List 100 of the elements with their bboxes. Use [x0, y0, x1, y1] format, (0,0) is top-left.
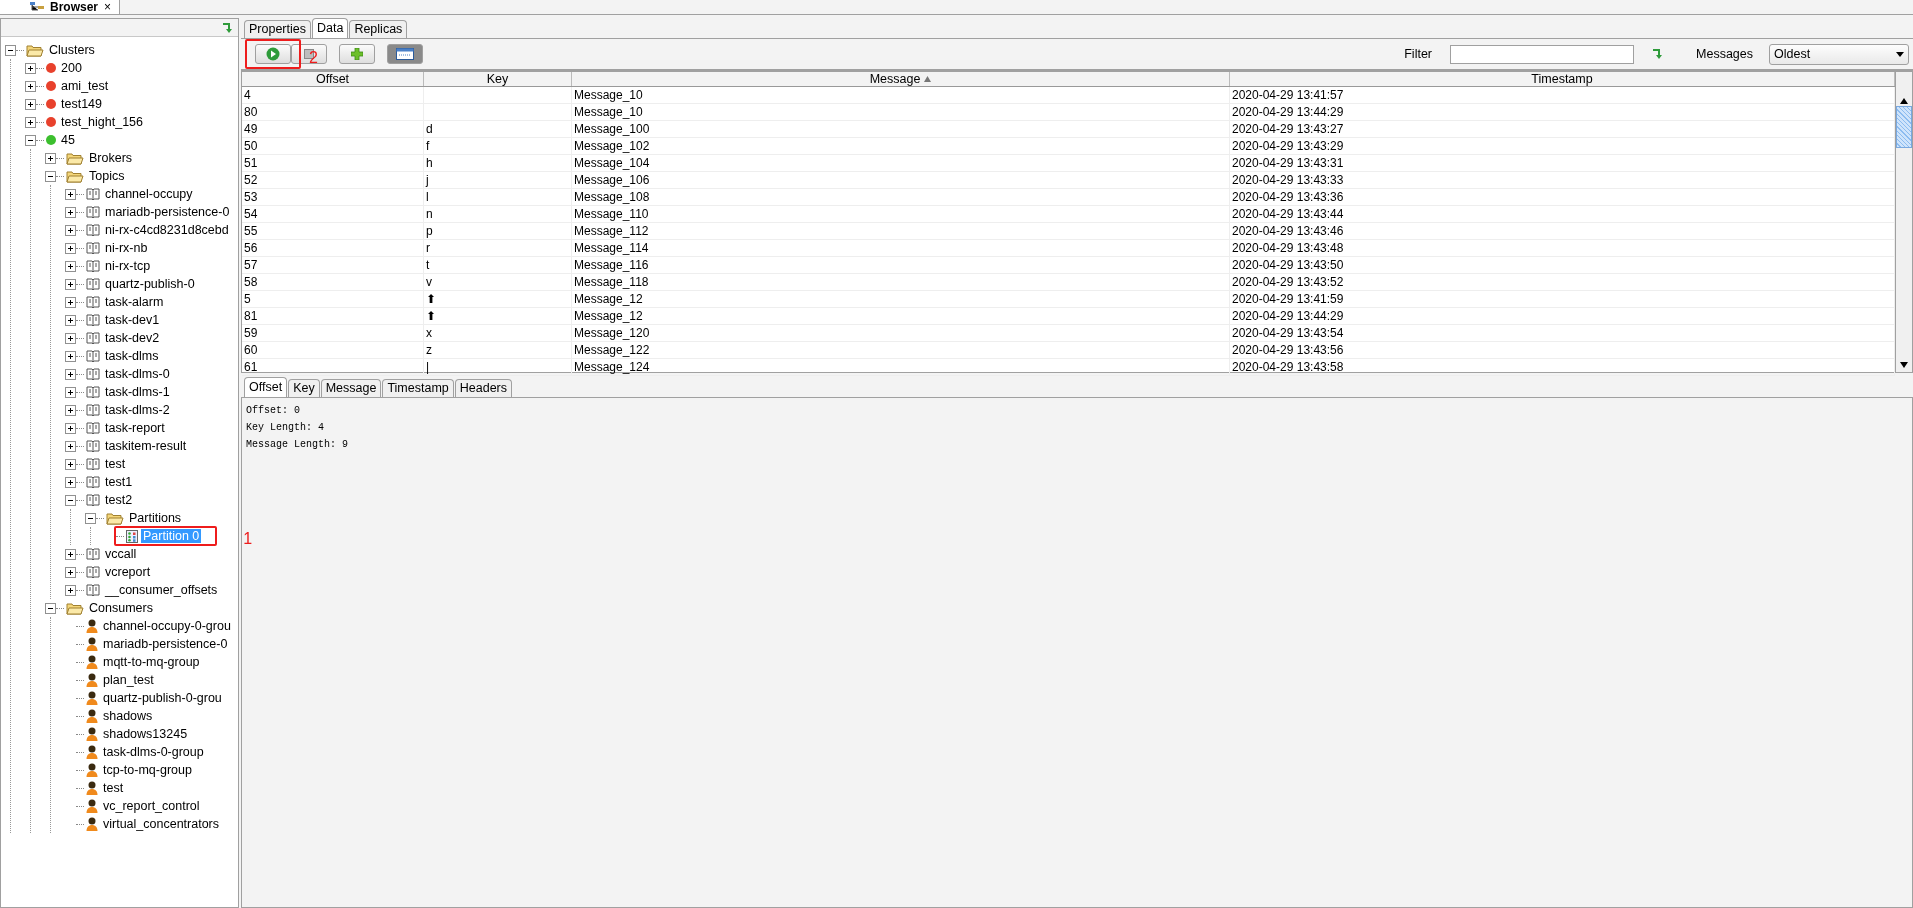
expand-icon[interactable] [65, 206, 76, 218]
expand-icon[interactable] [25, 80, 36, 92]
expand-icon[interactable] [65, 350, 76, 362]
tree-item[interactable]: test [65, 779, 238, 797]
tab[interactable]: Properties [244, 20, 311, 38]
tree-item[interactable]: shadows13245 [65, 725, 238, 743]
scroll-down-icon[interactable] [1900, 362, 1908, 368]
tree-item[interactable]: task-dlms-1 [65, 383, 238, 401]
tab[interactable]: Replicas [349, 20, 408, 38]
table-cell: Message_116 [572, 257, 1230, 273]
expand-icon[interactable] [25, 116, 36, 128]
tab[interactable]: Headers [454, 379, 512, 397]
tree-item[interactable]: task-dlms [65, 347, 238, 365]
expand-icon[interactable] [65, 386, 76, 398]
collapse-icon[interactable] [85, 512, 96, 524]
expand-icon[interactable] [65, 368, 76, 380]
play-button[interactable] [255, 44, 291, 64]
expand-icon[interactable] [65, 440, 76, 452]
arrow-down-icon[interactable] [222, 21, 234, 34]
column-header[interactable]: Key [424, 72, 572, 86]
close-icon[interactable]: × [104, 0, 112, 14]
tree-item[interactable]: vc_report_control [65, 797, 238, 815]
tree-item[interactable]: Topics [45, 167, 238, 185]
tree-item[interactable]: task-dlms-0-group [65, 743, 238, 761]
tree-item[interactable]: task-dlms-0 [65, 365, 238, 383]
tree-item[interactable]: task-report [65, 419, 238, 437]
filter-field[interactable] [1450, 44, 1634, 64]
tree-item[interactable]: virtual_concentrators [65, 815, 238, 833]
expand-icon[interactable] [65, 332, 76, 344]
view-button[interactable] [387, 44, 423, 64]
tree-item[interactable]: task-dev2 [65, 329, 238, 347]
tree-item[interactable]: vccall [65, 545, 238, 563]
tree-item[interactable]: mariadb-persistence-0 [65, 203, 238, 221]
tree-item[interactable]: plan_test [65, 671, 238, 689]
tree-item[interactable]: channel-occupy-0-grou [65, 617, 238, 635]
view-tab[interactable]: Browser × [0, 0, 121, 14]
tree-item[interactable]: taskitem-result [65, 437, 238, 455]
tab[interactable]: Key [288, 379, 320, 397]
tree-item[interactable]: vcreport [65, 563, 238, 581]
tree-item[interactable]: test2 [65, 491, 238, 509]
table-cell: t [424, 257, 572, 273]
expand-icon[interactable] [65, 584, 76, 596]
arrow-down-icon[interactable] [1652, 48, 1664, 60]
tree-item[interactable]: ni-rx-tcp [65, 257, 238, 275]
tree-item[interactable]: Consumers [45, 599, 238, 617]
expand-icon[interactable] [25, 98, 36, 110]
table-cell: Message_12 [572, 308, 1230, 324]
column-header[interactable]: Message [572, 72, 1230, 86]
tree-item[interactable]: mqtt-to-mq-group [65, 653, 238, 671]
scroll-up-icon[interactable] [1900, 98, 1908, 104]
tree-item[interactable]: __consumer_offsets [65, 581, 238, 599]
tree-item[interactable]: test [65, 455, 238, 473]
tree-item[interactable]: channel-occupy [65, 185, 238, 203]
tree-item[interactable]: Brokers [45, 149, 238, 167]
tree-item[interactable]: test_hight_156 [25, 113, 238, 131]
expand-icon[interactable] [45, 152, 56, 164]
expand-icon[interactable] [65, 278, 76, 290]
expand-icon[interactable] [65, 548, 76, 560]
tree-item[interactable]: task-dev1 [65, 311, 238, 329]
tab[interactable]: Offset [244, 377, 288, 397]
tree-item[interactable]: ni-rx-c4cd8231d8cebd [65, 221, 238, 239]
tree-item[interactable]: ni-rx-nb [65, 239, 238, 257]
expand-icon[interactable] [65, 422, 76, 434]
expand-icon[interactable] [65, 458, 76, 470]
collapse-icon[interactable] [45, 602, 56, 614]
collapse-icon[interactable] [45, 170, 56, 182]
expand-icon[interactable] [65, 242, 76, 254]
tree-item[interactable]: Partitions [85, 509, 238, 527]
tree-item[interactable]: task-dlms-2 [65, 401, 238, 419]
tree-item[interactable]: Clusters [5, 41, 238, 59]
expand-icon[interactable] [65, 314, 76, 326]
tree-item[interactable]: 200 [25, 59, 238, 77]
collapse-icon[interactable] [5, 44, 16, 56]
tree-item[interactable]: 45 [25, 131, 238, 149]
expand-icon[interactable] [65, 566, 76, 578]
expand-icon[interactable] [25, 62, 36, 74]
collapse-icon[interactable] [65, 494, 76, 506]
tab[interactable]: Data [312, 18, 349, 38]
expand-icon[interactable] [65, 188, 76, 200]
expand-icon[interactable] [65, 224, 76, 236]
expand-icon[interactable] [65, 260, 76, 272]
expand-icon[interactable] [65, 296, 76, 308]
tree-item[interactable]: ami_test [25, 77, 238, 95]
scrollbar-thumb[interactable] [1896, 106, 1912, 148]
tab[interactable]: Timestamp [382, 379, 454, 397]
tree-item[interactable]: shadows [65, 707, 238, 725]
column-header[interactable]: Offset [242, 72, 424, 86]
tree-item[interactable]: quartz-publish-0 [65, 275, 238, 293]
tree-item[interactable]: test149 [25, 95, 238, 113]
expand-icon[interactable] [65, 404, 76, 416]
tree-item[interactable]: test1 [65, 473, 238, 491]
collapse-icon[interactable] [25, 134, 36, 146]
messages-dropdown[interactable]: Oldest [1769, 43, 1909, 65]
tree-item[interactable]: quartz-publish-0-grou [65, 689, 238, 707]
tree-item[interactable]: task-alarm [65, 293, 238, 311]
tab[interactable]: Message [320, 379, 382, 397]
add-button[interactable] [339, 44, 375, 64]
expand-icon[interactable] [65, 476, 76, 488]
tree-item[interactable]: mariadb-persistence-0 [65, 635, 238, 653]
tree-item[interactable]: tcp-to-mq-group [65, 761, 238, 779]
